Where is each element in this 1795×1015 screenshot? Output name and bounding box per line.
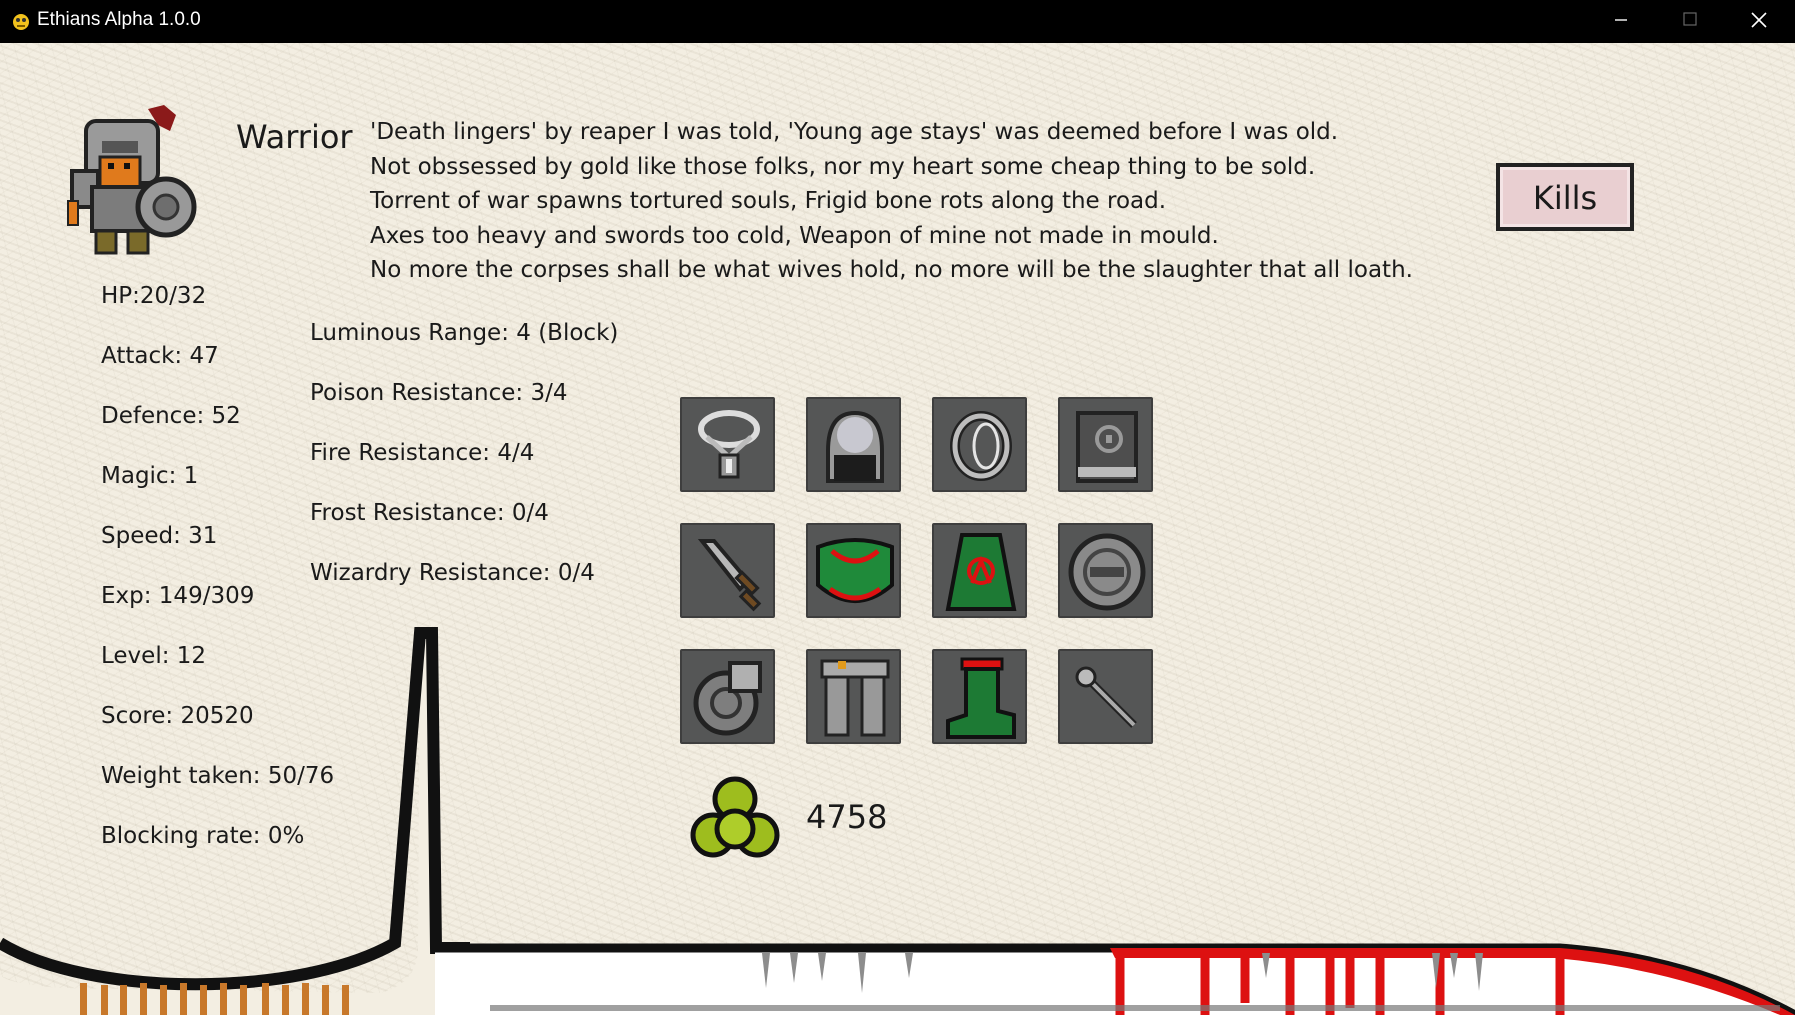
stat-level: Level: 12 [101,643,207,669]
equip-slot-gloves[interactable] [680,649,775,744]
stat-poison-resistance: Poison Resistance: 3/4 [310,380,568,406]
equip-slot-ring[interactable] [932,397,1027,492]
stat-hp: HP:20/32 [101,283,207,309]
sword-icon [697,539,762,612]
green-cloak-icon [945,533,1017,611]
stat-attack: Attack: 47 [101,343,219,369]
class-name: Warrior [236,118,353,156]
window-titlebar: Ethians Alpha 1.0.0 [0,0,1795,43]
stat-defence: Defence: 52 [101,403,241,429]
ring-icon [950,411,1012,481]
stat-fire-resistance: Fire Resistance: 4/4 [310,440,535,466]
minimize-icon [1615,19,1627,21]
gold-amount: 4758 [806,798,888,836]
equip-slot-amulet[interactable] [680,397,775,492]
spellbook-icon [1076,411,1138,483]
round-shield-icon [1068,533,1146,611]
stat-speed: Speed: 31 [101,523,218,549]
equip-slot-book[interactable] [1058,397,1153,492]
lore-line: Torrent of war spawns tortured souls, Fr… [370,188,1167,214]
lore-line: No more the corpses shall be what wives … [370,257,1413,283]
stat-score: Score: 20520 [101,703,254,729]
window-title: Ethians Alpha 1.0.0 [37,9,201,30]
green-boots-icon [946,657,1016,739]
maximize-icon [1683,12,1697,26]
equip-slot-boots[interactable] [932,649,1027,744]
kills-button[interactable]: Kills [1496,163,1634,231]
gold-pile-icon [690,776,780,858]
equip-slot-weapon[interactable] [680,523,775,618]
stat-magic: Magic: 1 [101,463,199,489]
minimize-button[interactable] [1587,0,1655,43]
green-chestplate-icon [816,538,894,603]
equip-slot-cloak[interactable] [932,523,1027,618]
helmet-icon [826,410,884,483]
game-canvas: Warrior 'Death lingers' by reaper I was … [0,43,1795,1015]
equip-slot-legs[interactable] [806,649,901,744]
stat-luminous-range: Luminous Range: 4 (Block) [310,320,619,346]
lore-line: 'Death lingers' by reaper I was told, 'Y… [370,119,1339,145]
amulet-icon [698,410,760,479]
stat-exp: Exp: 149/309 [101,583,255,609]
maximize-button[interactable] [1656,0,1724,43]
stat-wizardry-resistance: Wizardry Resistance: 0/4 [310,560,595,586]
warrior-portrait-icon [67,105,197,255]
stat-blocking: Blocking rate: 0% [101,823,305,849]
equip-slot-shield[interactable] [1058,523,1153,618]
lore-line: Not obssessed by gold like those folks, … [370,153,1316,180]
wand-icon [1075,666,1137,728]
lore-poem: 'Death lingers' by reaper I was told, 'Y… [370,115,1413,288]
close-icon [1751,12,1767,28]
stat-frost-resistance: Frost Resistance: 0/4 [310,500,549,526]
close-button[interactable] [1725,0,1793,43]
gauntlet-icon [693,661,762,736]
equip-slot-wand[interactable] [1058,649,1153,744]
leg-armor-icon [820,659,890,737]
equip-slot-helmet[interactable] [806,397,901,492]
lore-line: Axes too heavy and swords too cold, Weap… [370,222,1219,249]
pygame-snake-icon [13,14,29,30]
equip-slot-armor[interactable] [806,523,901,618]
stat-weight: Weight taken: 50/76 [101,763,335,789]
